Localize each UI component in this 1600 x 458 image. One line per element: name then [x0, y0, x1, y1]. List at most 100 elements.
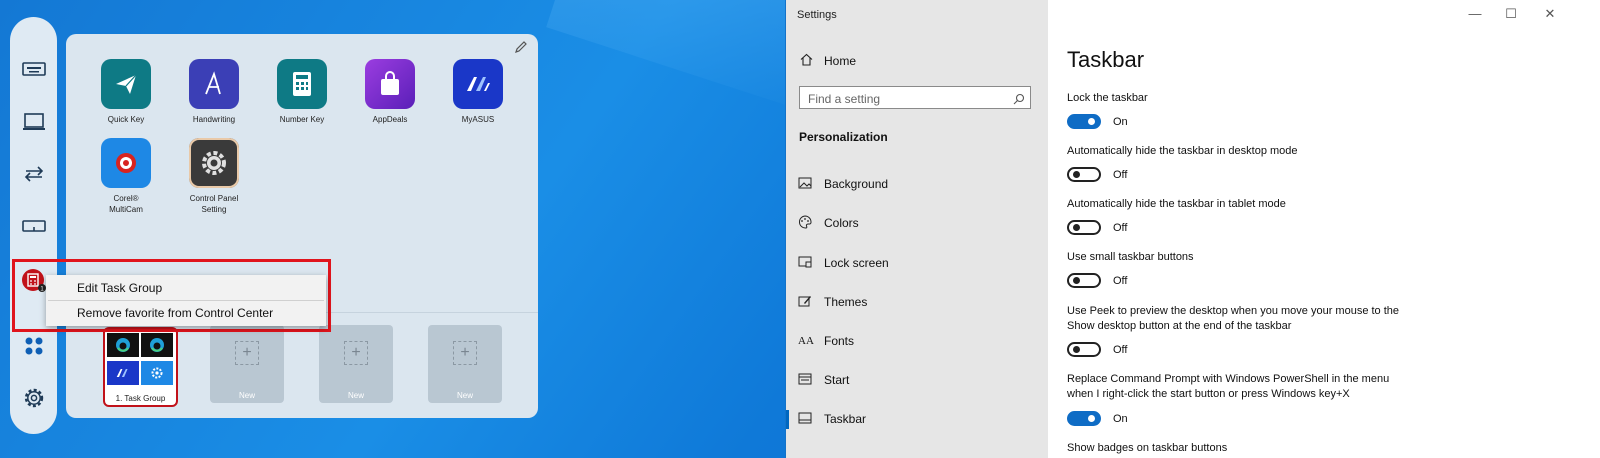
slot-label: New [347, 391, 364, 400]
start-icon [798, 373, 812, 388]
nav-item-fonts[interactable]: AA Fonts [798, 332, 854, 350]
toggle-state: Off [1113, 169, 1128, 181]
app-handwriting[interactable]: Handwriting [174, 59, 254, 125]
settings-sidebar: Settings Home Find a setting Personaliza… [786, 0, 1048, 458]
toggle-state: On [1113, 116, 1128, 128]
option-label: Show badges on taskbar buttons [1067, 442, 1228, 454]
toggle-peek[interactable] [1067, 342, 1101, 357]
app-control-panel-setting[interactable]: Control Panel Setting [174, 138, 254, 215]
edit-pencil-icon[interactable] [514, 40, 528, 59]
brush-icon [798, 294, 812, 311]
toggle-knob [1073, 277, 1080, 284]
toggle-autohide-tablet[interactable] [1067, 220, 1101, 235]
myasus-logo-icon [453, 59, 503, 109]
option-label: Automatically hide the taskbar in tablet… [1067, 198, 1286, 210]
active-nav-indicator [786, 410, 789, 429]
nav-home-label: Home [824, 54, 857, 68]
section-heading: Personalization [799, 130, 888, 144]
paper-plane-icon [101, 59, 151, 109]
option-label: Use Peek to preview the desktop when you… [1067, 305, 1400, 332]
search-icon [1013, 92, 1025, 110]
task-group-label: 1. Task Group [115, 394, 166, 403]
myasus-logo-icon [107, 361, 139, 385]
shopping-bag-icon [365, 59, 415, 109]
settings-window: Settings Home Find a setting Personaliza… [785, 0, 1600, 458]
nav-label: Themes [824, 295, 868, 309]
keypad-icon [277, 59, 327, 109]
nav-label: Start [824, 373, 850, 387]
edge-browser-icon [141, 333, 173, 357]
app-label: Corel® MultiCam [109, 194, 143, 214]
handwriting-a-icon [189, 59, 239, 109]
nav-label: Background [824, 177, 889, 191]
laptop-icon[interactable] [10, 112, 57, 132]
plus-icon: + [235, 341, 259, 365]
toggle-powershell[interactable] [1067, 411, 1101, 426]
toggle-lock-taskbar[interactable] [1067, 114, 1101, 129]
app-label: AppDeals [372, 115, 408, 124]
toggle-autohide-desktop[interactable] [1067, 167, 1101, 182]
settings-gear-icon[interactable] [10, 386, 57, 410]
taskbar-icon [798, 412, 812, 427]
picture-icon [798, 177, 812, 192]
slot-label: New [238, 391, 255, 400]
app-label: MyASUS [461, 115, 495, 124]
option-label: Lock the taskbar [1067, 92, 1148, 104]
touchpad-icon[interactable] [10, 219, 57, 233]
control-center-rail: 1 [10, 17, 57, 434]
gear-icon [189, 138, 239, 188]
app-corel-multicam[interactable]: Corel® MultiCam [86, 138, 166, 215]
apps-dots-icon[interactable] [10, 335, 57, 357]
menu-item-edit-task-group[interactable]: Edit Task Group [77, 281, 162, 295]
nav-label: Lock screen [824, 256, 889, 270]
window-title: Settings [797, 9, 837, 21]
lock-screen-icon [798, 256, 812, 271]
nav-item-colors[interactable]: Colors [798, 214, 859, 232]
multicam-icon [101, 138, 151, 188]
nav-item-start[interactable]: Start [798, 371, 849, 389]
search-input[interactable]: Find a setting [799, 86, 1031, 109]
nav-label: Colors [824, 216, 859, 230]
app-label: Quick Key [107, 115, 145, 124]
toggle-knob [1088, 415, 1095, 422]
toggle-state: On [1113, 413, 1128, 425]
gear-icon [141, 361, 173, 385]
app-label: Handwriting [192, 115, 236, 124]
toggle-small-buttons[interactable] [1067, 273, 1101, 288]
new-task-group-slot[interactable]: + New [319, 325, 393, 403]
new-task-group-slot[interactable]: + New [428, 325, 502, 403]
menu-item-remove-favorite[interactable]: Remove favorite from Control Center [77, 306, 273, 320]
app-label: Number Key [279, 115, 325, 124]
nav-item-background[interactable]: Background [798, 175, 888, 193]
home-icon [800, 53, 813, 69]
settings-content: Taskbar Lock the taskbar On Automaticall… [1067, 0, 1587, 458]
task-group-tile[interactable]: 1. Task Group [103, 327, 178, 407]
page-title: Taskbar [1067, 47, 1145, 72]
app-appdeals[interactable]: AppDeals [350, 59, 430, 125]
plus-icon: + [344, 341, 368, 365]
toggle-knob [1073, 346, 1080, 353]
palette-icon [798, 214, 812, 232]
edge-browser-icon [107, 333, 139, 357]
nav-item-lock-screen[interactable]: Lock screen [798, 254, 889, 272]
app-number-key[interactable]: Number Key [262, 59, 342, 125]
search-placeholder: Find a setting [808, 92, 881, 106]
new-task-group-slot[interactable]: + New [210, 325, 284, 403]
app-label: Control Panel Setting [189, 194, 239, 214]
nav-item-taskbar[interactable]: Taskbar [798, 410, 866, 428]
keyboard-icon[interactable] [10, 61, 57, 77]
nav-label: Taskbar [824, 412, 867, 426]
option-label: Replace Command Prompt with Windows Powe… [1067, 373, 1390, 400]
app-quick-key[interactable]: Quick Key [86, 59, 166, 125]
menu-separator [48, 300, 324, 301]
toggle-knob [1088, 118, 1095, 125]
app-myasus[interactable]: MyASUS [438, 59, 518, 125]
switch-arrows-icon[interactable] [10, 165, 57, 183]
plus-icon: + [453, 341, 477, 365]
nav-item-themes[interactable]: Themes [798, 293, 867, 311]
nav-label: Fonts [824, 334, 855, 348]
toggle-knob [1073, 224, 1080, 231]
nav-home[interactable]: Home [800, 53, 856, 69]
context-menu: Edit Task Group Remove favorite from Con… [46, 275, 326, 326]
toggle-state: Off [1113, 222, 1128, 234]
